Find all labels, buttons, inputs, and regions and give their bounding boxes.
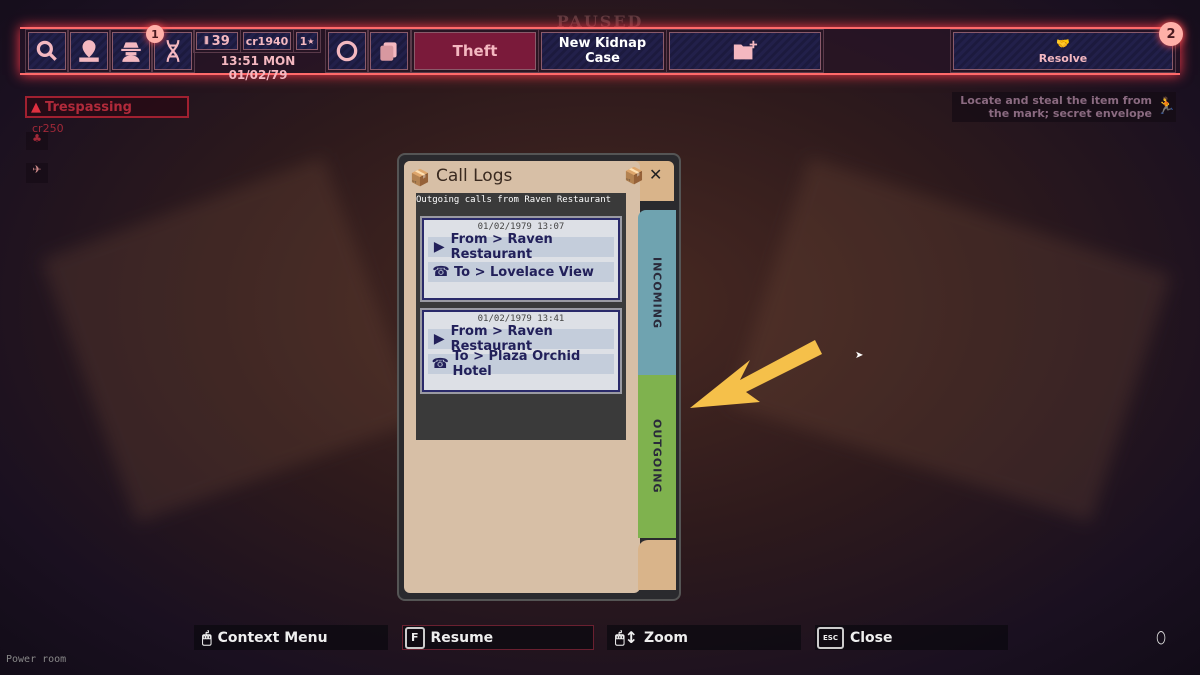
ammo-icon: ⦀ bbox=[204, 35, 209, 47]
box-icon: 📦 bbox=[624, 166, 644, 185]
hint-label: Zoom bbox=[644, 629, 688, 646]
group-icon: ♣ bbox=[26, 132, 48, 150]
background-paper bbox=[41, 157, 419, 523]
call-from: From > Raven Restaurant bbox=[450, 232, 553, 262]
dialog-title: Call Logs bbox=[436, 166, 513, 186]
objective-text: Locate and steal the item from the mark;… bbox=[952, 92, 1176, 122]
stars-counter: 1 ★ bbox=[293, 29, 321, 53]
new-kidnap-case-tab[interactable]: New Kidnap Case bbox=[538, 29, 667, 73]
warning-icon: ▲ bbox=[31, 99, 41, 115]
zoom-hint[interactable]: 🖱↕ Zoom bbox=[607, 625, 801, 650]
folder-plus-icon bbox=[733, 40, 758, 60]
call-timestamp: 01/02/1979 13:41 bbox=[477, 314, 565, 324]
thief-icon: 🏃 bbox=[1156, 96, 1176, 115]
play-icon: ▶ bbox=[433, 239, 445, 255]
hint-label: Context Menu bbox=[217, 629, 328, 646]
arrow-icon bbox=[690, 340, 822, 408]
location-label: Power room bbox=[6, 654, 67, 665]
footstep-icon: ⬯ bbox=[1156, 628, 1167, 647]
tab-blank[interactable] bbox=[638, 540, 676, 590]
tab-outgoing[interactable]: Outgoing bbox=[638, 375, 676, 538]
mouse-cursor-icon: ➤ bbox=[855, 350, 864, 361]
context-menu-hint[interactable]: 🖱 Context Menu bbox=[194, 625, 388, 650]
map-pin-icon bbox=[79, 40, 99, 62]
f-key-icon: F bbox=[405, 626, 425, 649]
call-entry[interactable]: 01/02/1979 13:07 ▶ From > Raven Restauran… bbox=[420, 216, 622, 302]
handshake-icon: 🤝 bbox=[1056, 37, 1070, 50]
tab-incoming[interactable]: Incoming bbox=[638, 210, 676, 375]
cards-icon bbox=[380, 42, 397, 61]
search-button[interactable] bbox=[25, 29, 69, 73]
theft-case-tab[interactable]: Theft bbox=[411, 29, 539, 73]
box-icon: 📦 bbox=[410, 168, 430, 187]
credits-value: cr1940 bbox=[240, 29, 294, 53]
dna-icon bbox=[166, 40, 180, 62]
phone-icon: ☎ bbox=[432, 264, 450, 280]
resolve-label: Resolve bbox=[1038, 52, 1088, 65]
new-case-folder-button[interactable] bbox=[666, 29, 824, 73]
mouse-scroll-icon: 🖱↕ bbox=[615, 627, 639, 647]
alert-label: Trespassing bbox=[45, 99, 132, 115]
star-icon: ★ bbox=[307, 36, 315, 46]
close-icon[interactable]: ✕ bbox=[649, 165, 662, 184]
notes-button[interactable] bbox=[367, 29, 411, 73]
hint-label: Close bbox=[849, 629, 893, 646]
esc-key-icon: ESC bbox=[817, 626, 844, 649]
magnifier-icon bbox=[36, 40, 57, 61]
ammo-counter: ⦀ 39 bbox=[193, 29, 241, 53]
sneak-icon: ✈ bbox=[26, 163, 48, 183]
trespassing-alert: ▲ Trespassing bbox=[25, 96, 189, 118]
circle-icon bbox=[336, 40, 358, 62]
resume-hint[interactable]: F Resume bbox=[402, 625, 594, 650]
call-list-subtitle: Outgoing calls from Raven Restaurant bbox=[416, 195, 612, 205]
circle-button[interactable] bbox=[325, 29, 369, 73]
call-to: To > Lovelace View bbox=[454, 264, 594, 280]
call-to: To > Plaza Orchid Hotel bbox=[452, 349, 581, 379]
close-hint[interactable]: ESC Close bbox=[815, 625, 1008, 650]
resolve-button[interactable]: 🤝 Resolve bbox=[950, 29, 1176, 73]
notification-badge: 1 bbox=[146, 25, 164, 43]
resolve-badge: 2 bbox=[1159, 22, 1183, 46]
tab-incoming-label: Incoming bbox=[650, 256, 664, 329]
ammo-value: 39 bbox=[211, 33, 230, 49]
suspect-button[interactable] bbox=[109, 29, 153, 73]
tab-outgoing-label: Outgoing bbox=[650, 419, 664, 494]
phone-icon: ☎ bbox=[431, 356, 449, 372]
hint-label: Resume bbox=[430, 629, 494, 646]
game-clock: 13:51 MON 01/02/79 bbox=[220, 54, 296, 82]
call-timestamp: 01/02/1979 13:07 bbox=[477, 222, 565, 232]
mouse-icon: 🖱 bbox=[202, 627, 212, 647]
detective-icon bbox=[121, 42, 141, 62]
play-icon: ▶ bbox=[433, 331, 445, 347]
stars-value: 1 bbox=[299, 34, 308, 48]
map-button[interactable] bbox=[67, 29, 111, 73]
objective-label: Locate and steal the item from the mark;… bbox=[960, 94, 1152, 120]
call-entry[interactable]: 01/02/1979 13:41 ▶ From > Raven Restauran… bbox=[420, 308, 622, 394]
